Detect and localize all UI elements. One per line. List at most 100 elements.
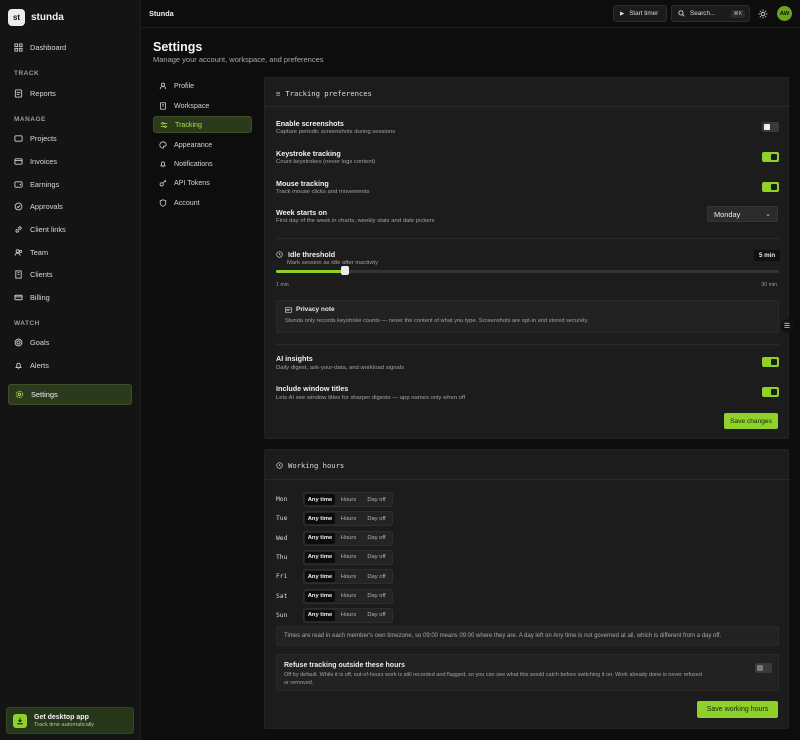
settings-nav-profile[interactable]: Profile [153, 77, 252, 94]
day-option-hours[interactable]: Hours [335, 591, 362, 602]
settings-nav-notifications[interactable]: Notifications [153, 155, 252, 172]
window-titles-desc: Lets AI see window titles for sharper di… [276, 395, 466, 401]
day-mode-selector: Any time Hours Day off [303, 511, 393, 527]
sidebar-item-client-links[interactable]: Client links [8, 220, 132, 238]
settings-nav-api-tokens[interactable]: API Tokens [153, 174, 252, 191]
wallet-icon [14, 180, 23, 188]
timezone-note-text: Times are read in each member's own time… [284, 633, 722, 639]
day-option-day-off[interactable]: Day off [362, 513, 391, 524]
day-option-any-time[interactable]: Any time [305, 551, 335, 563]
mouse-tracking-toggle[interactable] [762, 182, 779, 192]
folder-icon [14, 134, 23, 142]
settings-nav-workspace[interactable]: Workspace [153, 97, 252, 114]
invoice-icon [14, 157, 23, 165]
day-option-any-time[interactable]: Any time [305, 590, 335, 602]
sidebar-item-clients[interactable]: Clients [8, 265, 132, 283]
day-mode-selector: Any time Hours Day off [303, 530, 393, 546]
day-option-day-off[interactable]: Day off [362, 591, 391, 602]
day-option-any-time[interactable]: Any time [305, 494, 335, 505]
sidebar-item-billing[interactable]: Billing [8, 288, 132, 306]
sidebar-item-reports[interactable]: Reports [8, 84, 132, 102]
day-option-any-time[interactable]: Any time [305, 571, 335, 583]
window-titles-toggle[interactable] [762, 387, 779, 397]
page-subtitle: Manage your account, workspace, and pref… [153, 55, 324, 64]
day-option-any-time[interactable]: Any time [305, 513, 335, 525]
feedback-tab[interactable]: ☰ [781, 319, 793, 333]
divider [276, 344, 779, 345]
grid-icon [14, 42, 23, 52]
privacy-note-body: Stunda only records keystroke counts — n… [285, 318, 589, 324]
slider-min-label: 1 min [276, 282, 289, 288]
settings-nav-appearance[interactable]: Appearance [153, 136, 252, 153]
divider [265, 106, 790, 107]
search-input[interactable]: Search... ⌘K [671, 5, 750, 22]
sidebar-item-settings[interactable]: Settings [8, 384, 132, 405]
day-option-hours[interactable]: Hours [335, 494, 362, 505]
sidebar-item-team[interactable]: Team [8, 243, 132, 261]
breadcrumb[interactable]: Stunda [149, 9, 174, 18]
sidebar-item-dashboard[interactable]: Dashboard [8, 38, 132, 56]
divider [265, 479, 790, 480]
idle-threshold-title: Idle threshold [288, 250, 336, 259]
search-icon [678, 10, 685, 17]
card-icon [285, 306, 292, 313]
sidebar-item-approvals[interactable]: Approvals [8, 197, 132, 215]
enable-screenshots-toggle[interactable] [762, 122, 779, 132]
day-mode-selector: Any time Hours Day off [303, 492, 393, 507]
ai-insights-desc: Daily digest, ask-your-data, and workloa… [276, 365, 405, 371]
brand[interactable]: st stunda [8, 9, 64, 26]
day-option-any-time[interactable]: Any time [305, 609, 335, 621]
slider-handle[interactable] [341, 266, 350, 275]
sidebar-item-projects[interactable]: Projects [8, 129, 132, 147]
day-option-hours[interactable]: Hours [335, 571, 362, 582]
play-icon: ▶ [620, 10, 625, 17]
settings-nav-account[interactable]: Account [153, 194, 252, 211]
enable-screenshots-desc: Capture periodic screenshots during sess… [276, 129, 396, 135]
day-option-day-off[interactable]: Day off [362, 571, 391, 582]
sidebar-item-label: Client links [30, 224, 66, 234]
users-icon [14, 248, 23, 256]
save-changes-button[interactable]: Save changes [724, 413, 778, 429]
idle-threshold-slider[interactable] [276, 266, 779, 275]
week-starts-select[interactable]: Monday ⌄ [707, 206, 778, 222]
start-timer-label: Start timer [629, 10, 659, 17]
day-option-day-off[interactable]: Day off [362, 494, 391, 505]
sidebar-item-earnings[interactable]: Earnings [8, 175, 132, 193]
refuse-tracking-desc-2: or removed. [284, 680, 314, 686]
day-option-hours[interactable]: Hours [335, 513, 362, 524]
day-option-day-off[interactable]: Day off [362, 552, 391, 563]
day-option-hours[interactable]: Hours [335, 610, 362, 621]
user-icon [159, 82, 167, 89]
day-option-hours[interactable]: Hours [335, 533, 362, 544]
sidebar-item-label: Dashboard [30, 42, 67, 52]
sidebar-item-goals[interactable]: Goals [8, 333, 132, 351]
day-option-hours[interactable]: Hours [335, 552, 362, 563]
sidebar-item-label: Reports [30, 88, 56, 98]
settings-nav-tracking[interactable]: Tracking [153, 116, 252, 133]
sidebar-item-invoices[interactable]: Invoices [8, 152, 132, 170]
day-option-any-time[interactable]: Any time [305, 532, 335, 544]
ai-insights-toggle[interactable] [762, 357, 779, 367]
keystroke-tracking-toggle[interactable] [762, 152, 779, 162]
refuse-tracking-toggle[interactable] [755, 663, 772, 673]
keystroke-tracking-desc: Count keystrokes (never logs content) [276, 159, 376, 165]
window-titles-title: Include window titles [276, 384, 349, 393]
idle-threshold-value: 5 min [754, 250, 781, 261]
theme-toggle-button[interactable] [758, 9, 768, 19]
sidebar-item-label: Goals [30, 337, 50, 347]
sidebar-item-label: Settings [31, 390, 58, 399]
privacy-note: Privacy note Stunda only records keystro… [276, 300, 779, 333]
sidebar-item-alerts[interactable]: Alerts [8, 356, 132, 374]
save-working-hours-button[interactable]: Save working hours [697, 701, 778, 718]
start-timer-button[interactable]: ▶ Start timer [613, 5, 667, 22]
enable-screenshots-title: Enable screenshots [276, 119, 344, 128]
divider [276, 238, 779, 239]
brand-name: stunda [31, 12, 64, 23]
avatar[interactable]: AW [777, 6, 792, 21]
tracking-preferences-title: Tracking preferences [285, 89, 372, 98]
day-option-day-off[interactable]: Day off [362, 533, 391, 544]
get-desktop-app-card[interactable]: Get desktop app Track time automatically [6, 707, 134, 734]
bell-icon [160, 161, 166, 167]
day-option-day-off[interactable]: Day off [362, 610, 391, 621]
privacy-note-title-row: Privacy note [285, 306, 335, 313]
